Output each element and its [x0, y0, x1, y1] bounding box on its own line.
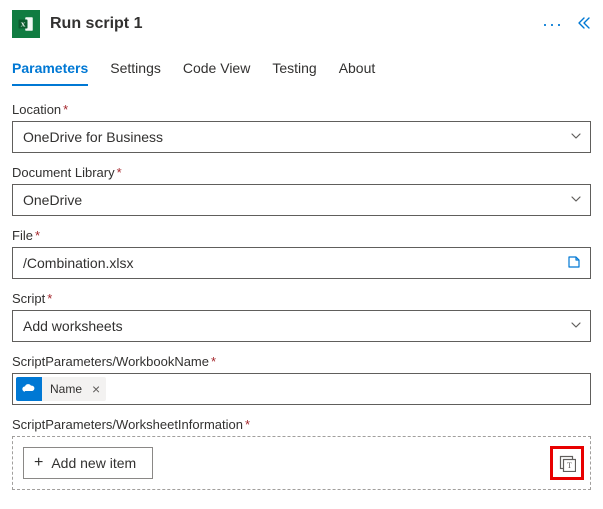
- file-value: /Combination.xlsx: [23, 255, 566, 271]
- chevron-down-icon: [570, 318, 582, 334]
- required-mark: *: [47, 291, 52, 306]
- file-input[interactable]: /Combination.xlsx: [12, 247, 591, 279]
- excel-icon: X: [12, 10, 40, 38]
- token-label: Name: [42, 377, 90, 401]
- tab-testing[interactable]: Testing: [272, 60, 316, 86]
- required-mark: *: [63, 102, 68, 117]
- worksheet-array-box: + Add new item T: [12, 436, 591, 490]
- chevron-down-icon: [570, 129, 582, 145]
- token-remove-icon[interactable]: ×: [90, 377, 106, 401]
- card-title: Run script 1: [50, 15, 542, 33]
- tab-parameters[interactable]: Parameters: [12, 60, 88, 86]
- script-label: Script*: [12, 291, 591, 306]
- tab-about[interactable]: About: [339, 60, 376, 86]
- excel-glyph-icon: X: [17, 15, 35, 33]
- tab-bar: Parameters Settings Code View Testing Ab…: [0, 46, 603, 86]
- location-dropdown[interactable]: OneDrive for Business: [12, 121, 591, 153]
- location-label: Location*: [12, 102, 591, 117]
- worksheet-label: ScriptParameters/WorksheetInformation*: [12, 417, 591, 432]
- field-location: Location* OneDrive for Business: [12, 102, 591, 153]
- onedrive-token-icon: [16, 377, 42, 401]
- script-value: Add worksheets: [23, 318, 570, 334]
- tab-code-view[interactable]: Code View: [183, 60, 250, 86]
- field-document-library: Document Library* OneDrive: [12, 165, 591, 216]
- script-dropdown[interactable]: Add worksheets: [12, 310, 591, 342]
- location-label-text: Location: [12, 102, 61, 117]
- parameters-form: Location* OneDrive for Business Document…: [0, 86, 603, 502]
- required-mark: *: [245, 417, 250, 432]
- more-menu-icon[interactable]: ···: [542, 14, 563, 35]
- tab-settings[interactable]: Settings: [110, 60, 161, 86]
- doclib-value: OneDrive: [23, 192, 570, 208]
- dynamic-token: Name ×: [16, 377, 106, 401]
- svg-text:T: T: [567, 461, 572, 470]
- worksheet-label-text: ScriptParameters/WorksheetInformation: [12, 417, 243, 432]
- required-mark: *: [211, 354, 216, 369]
- doclib-label: Document Library*: [12, 165, 591, 180]
- workbook-token-input[interactable]: Name ×: [12, 373, 591, 405]
- doclib-dropdown[interactable]: OneDrive: [12, 184, 591, 216]
- highlight-box: T: [550, 446, 584, 480]
- header-actions: ···: [542, 14, 591, 35]
- field-workbook-name: ScriptParameters/WorkbookName* Name ×: [12, 354, 591, 405]
- workbook-label: ScriptParameters/WorkbookName*: [12, 354, 591, 369]
- field-file: File* /Combination.xlsx: [12, 228, 591, 279]
- required-mark: *: [35, 228, 40, 243]
- card-header: X Run script 1 ···: [0, 0, 603, 46]
- doclib-label-text: Document Library: [12, 165, 115, 180]
- plus-icon: +: [34, 454, 43, 472]
- collapse-icon[interactable]: [575, 15, 591, 34]
- field-script: Script* Add worksheets: [12, 291, 591, 342]
- svg-text:X: X: [21, 21, 26, 28]
- field-worksheet-info: ScriptParameters/WorksheetInformation* +…: [12, 417, 591, 490]
- file-picker-icon[interactable]: [566, 254, 582, 273]
- chevron-down-icon: [570, 192, 582, 208]
- file-label-text: File: [12, 228, 33, 243]
- switch-to-array-icon[interactable]: T: [557, 453, 577, 473]
- script-label-text: Script: [12, 291, 45, 306]
- add-new-item-button[interactable]: + Add new item: [23, 447, 153, 479]
- required-mark: *: [117, 165, 122, 180]
- workbook-label-text: ScriptParameters/WorkbookName: [12, 354, 209, 369]
- add-item-label: Add new item: [51, 455, 136, 471]
- location-value: OneDrive for Business: [23, 129, 570, 145]
- file-label: File*: [12, 228, 591, 243]
